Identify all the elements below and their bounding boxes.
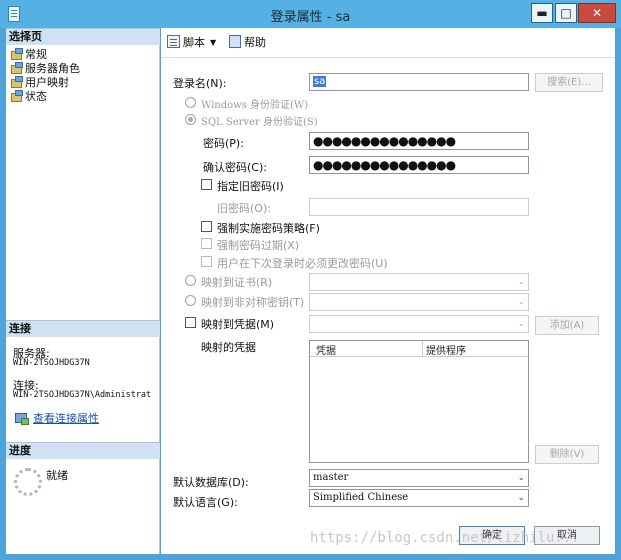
page-icon [10,90,23,102]
progress-header: 进度 [6,442,160,459]
script-dropdown-caret[interactable]: ▼ [210,36,216,50]
map-credential-checkbox[interactable] [185,317,196,328]
default-database-label: 默认数据库(D): [173,476,249,489]
default-database-select[interactable]: master ⌄ [309,469,529,487]
enforce-policy-label: 强制实施密码策略(F) [217,222,320,235]
toolbar: 脚本 ▼ 帮助 [161,28,615,58]
specify-old-password-label: 指定旧密码(I) [217,180,284,193]
password-input[interactable]: ●●●●●●●●●●●●●●● [309,132,529,150]
sidebar-item-label: 服务器角色 [25,62,80,75]
default-language-select[interactable]: Simplified Chinese ⌄ [309,489,529,507]
sidebar-item-general[interactable]: 常规 [10,48,47,62]
specify-old-password-checkbox[interactable] [201,179,212,190]
connection-header: 连接 [6,320,160,337]
search-button[interactable]: 搜索(E)... [535,73,603,92]
map-certificate-label: 映射到证书(R) [201,276,273,289]
confirm-password-label: 确认密码(C): [203,161,267,174]
enforce-expiration-checkbox[interactable] [201,238,212,249]
remove-credential-button[interactable]: 删除(V) [535,445,599,464]
sidebar-item-label: 状态 [25,90,47,103]
must-change-checkbox[interactable] [201,256,212,267]
default-language-value: Simplified Chinese [313,492,409,503]
window-title: 登录属性 - sa [270,10,351,25]
connection-properties-icon [15,412,29,425]
view-connection-properties-label: 查看连接属性 [33,412,99,425]
asymmetric-key-select[interactable]: ⌄ [309,293,529,311]
map-credential-label: 映射到凭据(M) [201,318,275,331]
view-connection-properties-link[interactable]: 查看连接属性 [15,410,99,426]
grid-column-header[interactable]: 提供程序 [426,342,466,357]
page-icon [10,62,23,74]
help-label: 帮助 [244,36,266,49]
credential-select[interactable]: ⌄ [309,315,529,333]
minimize-button[interactable]: ▬ [531,3,553,23]
connection-value: WIN-2TSOJHDG37N\Administrat [13,390,152,400]
progress-status: 就绪 [46,469,68,482]
enforce-expiration-label: 强制密码过期(X) [217,239,300,252]
password-label: 密码(P): [203,137,244,150]
page-icon [10,76,23,88]
login-properties-window: 登录属性 - sa ▬ □ ✕ 选择页 常规 服务器角色 用户映射 状态 连接 … [0,0,621,560]
add-credential-button[interactable]: 添加(A) [535,316,599,335]
sidebar-item-server-roles[interactable]: 服务器角色 [10,62,80,76]
sidebar-item-label: 常规 [25,48,47,61]
general-page: 脚本 ▼ 帮助 登录名(N): sa 搜索(E)... Windows 身份验证(… [161,28,615,554]
sidebar-item-status[interactable]: 状态 [10,90,47,104]
map-asymmetric-key-radio[interactable] [185,295,196,306]
windows-auth-label: Windows 身份验证(W) [201,100,309,111]
certificate-select[interactable]: ⌄ [309,273,529,291]
mapped-credentials-grid[interactable]: 凭据 提供程序 [309,340,529,463]
script-icon [167,35,180,48]
mapped-credentials-label: 映射的凭据 [201,341,256,354]
chevron-down-icon: ⌄ [517,319,525,329]
grid-header: 凭据 提供程序 [310,341,528,357]
help-icon [229,35,241,48]
script-button[interactable]: 脚本 ▼ [167,35,224,50]
select-page-header: 选择页 [6,28,160,45]
page-icon [10,48,23,60]
map-certificate-radio[interactable] [185,275,196,286]
default-language-label: 默认语言(G): [173,496,238,509]
chevron-down-icon: ⌄ [517,473,525,483]
help-button[interactable]: 帮助 [229,35,266,50]
grid-column-header[interactable]: 凭据 [316,342,336,357]
sidebar-item-user-mapping[interactable]: 用户映射 [10,76,69,90]
old-password-label: 旧密码(O): [217,202,271,215]
login-name-value: sa [313,76,327,87]
map-asymmetric-key-label: 映射到非对称密钥(T) [201,296,305,309]
title-bar[interactable]: 登录属性 - sa ▬ □ ✕ [0,0,621,28]
sql-auth-radio[interactable] [185,114,196,125]
old-password-input[interactable] [309,198,529,216]
chevron-down-icon: ⌄ [517,297,525,307]
script-label: 脚本 [183,36,205,49]
enforce-policy-checkbox[interactable] [201,221,212,232]
close-button[interactable]: ✕ [578,3,616,23]
watermark: https://blog.csdn.net/lizhilu... [310,530,580,546]
chevron-down-icon: ⌄ [517,493,525,503]
confirm-password-input[interactable]: ●●●●●●●●●●●●●●● [309,156,529,174]
server-value: WIN-2TSOJHDG37N [13,358,90,368]
default-database-value: master [313,472,349,483]
grid-column-divider [422,341,423,357]
maximize-button[interactable]: □ [555,3,577,23]
progress-spinner-icon [14,468,42,496]
chevron-down-icon: ⌄ [517,277,525,287]
left-pane: 选择页 常规 服务器角色 用户映射 状态 连接 服务器: WIN-2TSOJHD… [6,28,160,554]
sidebar-item-label: 用户映射 [25,76,69,89]
sql-auth-label: SQL Server 身份验证(S) [201,117,318,128]
login-name-input[interactable]: sa [309,73,529,91]
must-change-label: 用户在下次登录时必须更改密码(U) [217,257,388,270]
login-name-label: 登录名(N): [173,77,227,90]
windows-auth-radio[interactable] [185,97,196,108]
